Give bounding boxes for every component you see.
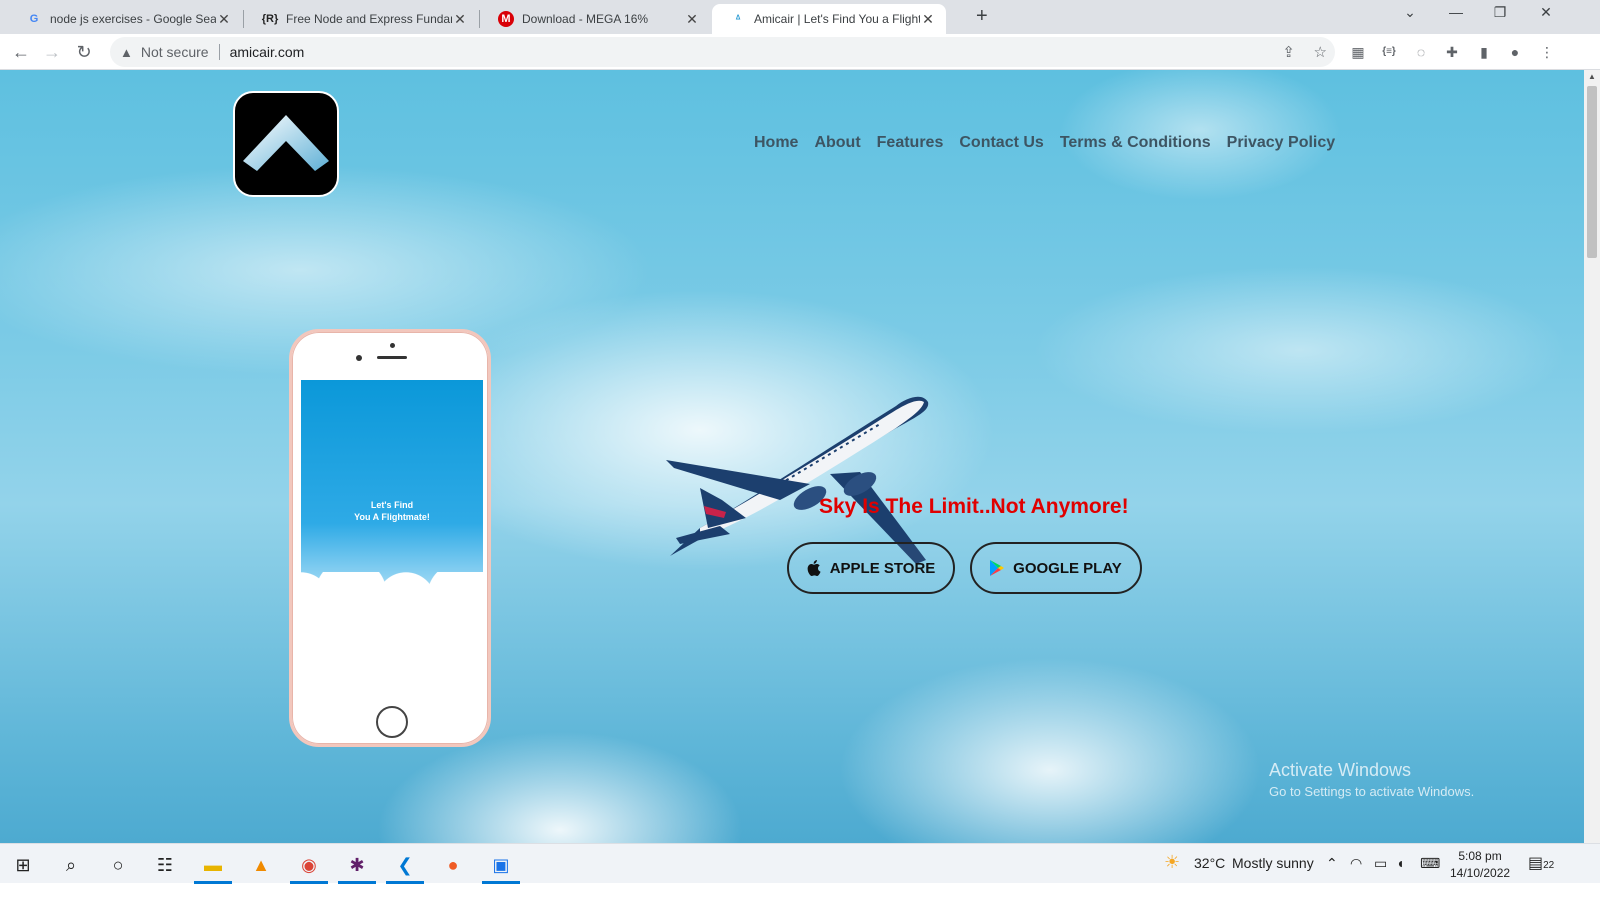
activate-windows-watermark: Activate Windows Go to Settings to activ… <box>1269 760 1475 799</box>
apple-store-button[interactable]: APPLE STORE <box>787 542 955 594</box>
main-nav: Home About Features Contact Us Terms & C… <box>754 134 1335 152</box>
warning-icon: ▲ <box>120 44 133 60</box>
windows-taskbar: ⊞ ⌕ ○ ☷ ▬ ▲ ◉ ✱ ❮ ● ▣ ☀ 32°C Mostly sunn… <box>0 843 1600 884</box>
close-tab-icon[interactable]: ✕ <box>920 11 936 28</box>
phone-mockup: Let's Find You A Flightmate! <box>289 329 491 747</box>
mega-icon: M <box>498 11 514 27</box>
close-tab-icon[interactable]: ✕ <box>684 11 700 28</box>
share-icon[interactable]: ⇪ <box>1282 43 1295 61</box>
windows-start-icon[interactable]: ⊞ <box>8 850 38 880</box>
nav-about[interactable]: About <box>814 134 860 152</box>
tagline-text: Sky Is The Limit..Not Anymore! <box>819 495 1129 518</box>
amicair-logo[interactable] <box>233 91 339 197</box>
r-icon: {R} <box>261 13 279 25</box>
phone-screen: Let's Find You A Flightmate! <box>301 380 483 698</box>
nav-home[interactable]: Home <box>754 134 798 152</box>
extensions-puzzle-icon[interactable]: ✚ <box>1440 40 1464 64</box>
browser-toolbar: ← → ↻ ▲ Not secure amicair.com ⇪ ☆ ▦ {≡}… <box>0 34 1600 70</box>
google-play-icon <box>990 560 1005 576</box>
search-icon[interactable]: ⌕ <box>56 850 86 880</box>
weather-icon[interactable]: ☀ <box>1164 852 1180 873</box>
airplane-image <box>666 396 929 564</box>
profile-avatar-icon[interactable]: ● <box>1503 40 1527 64</box>
tab-search-icon[interactable]: ⌄ <box>1396 4 1424 21</box>
security-label: Not secure <box>140 44 209 60</box>
task-view-icon[interactable]: ☷ <box>150 850 180 880</box>
chrome-icon[interactable]: ◉ <box>290 850 328 884</box>
forward-icon[interactable]: → <box>40 40 64 64</box>
close-tab-icon[interactable]: ✕ <box>452 11 468 28</box>
phone-home-button <box>376 706 408 738</box>
minimize-icon[interactable]: — <box>1442 4 1470 20</box>
side-panel-icon[interactable]: ▮ <box>1472 40 1496 64</box>
nav-features[interactable]: Features <box>877 134 944 152</box>
close-tab-icon[interactable]: ✕ <box>216 11 232 28</box>
weather-condition[interactable]: Mostly sunny <box>1232 855 1314 871</box>
vscode-icon[interactable]: ❮ <box>386 850 424 884</box>
nav-contact-us[interactable]: Contact Us <box>959 134 1043 152</box>
page-scrollbar[interactable]: ▲ ▼ <box>1584 70 1600 860</box>
web-page: Home About Features Contact Us Terms & C… <box>0 70 1584 860</box>
new-tab-button[interactable]: + <box>976 5 988 28</box>
battery-icon[interactable]: ▭ <box>1374 855 1387 872</box>
phone-screen-text: Let's Find You A Flightmate! <box>354 500 430 522</box>
postman-icon[interactable]: ● <box>438 850 468 880</box>
system-clock[interactable]: 5:08 pm 14/10/2022 <box>1450 848 1510 882</box>
notification-icon[interactable]: ▤22 <box>1528 853 1554 873</box>
menu-kebab-icon[interactable]: ⋮ <box>1535 40 1559 64</box>
vlc-icon[interactable]: ▲ <box>246 850 276 880</box>
extension-circle-icon[interactable]: ◌ <box>1409 40 1433 64</box>
apple-icon <box>807 560 821 576</box>
amicair-icon: ᐞ <box>735 13 741 26</box>
bookmark-star-icon[interactable]: ☆ <box>1314 43 1327 61</box>
tab-amicair[interactable]: ᐞ Amicair | Let's Find You a Flightmate … <box>712 4 946 34</box>
reload-icon[interactable]: ↻ <box>72 40 96 64</box>
keyboard-icon[interactable]: ⌨ <box>1420 855 1440 872</box>
close-window-icon[interactable]: ✕ <box>1532 4 1560 21</box>
nav-privacy[interactable]: Privacy Policy <box>1227 134 1336 152</box>
volume-icon[interactable]: ◖ <box>1396 855 1404 871</box>
google-play-button[interactable]: GOOGLE PLAY <box>970 542 1142 594</box>
scroll-thumb[interactable] <box>1587 86 1597 258</box>
extension-code-icon[interactable]: {≡} <box>1377 40 1401 64</box>
file-explorer-icon[interactable]: ▬ <box>194 850 232 884</box>
url-text: amicair.com <box>229 44 305 60</box>
tab-google-search[interactable]: G node js exercises - Google Search ✕ <box>8 4 242 34</box>
address-bar[interactable]: ▲ Not secure amicair.com ⇪ ☆ <box>110 37 1335 67</box>
nav-terms[interactable]: Terms & Conditions <box>1060 134 1211 152</box>
cortana-icon[interactable]: ○ <box>103 850 133 880</box>
wifi-icon[interactable]: ◠ <box>1350 855 1362 872</box>
scroll-up-icon[interactable]: ▲ <box>1584 72 1600 81</box>
extension-grid-icon[interactable]: ▦ <box>1346 40 1370 64</box>
chevron-up-icon <box>243 115 329 171</box>
tab-mega-download[interactable]: M Download - MEGA 16% ✕ <box>480 4 710 34</box>
tab-node-express[interactable]: {R} Free Node and Express Fundamentals ✕ <box>244 4 478 34</box>
photos-icon[interactable]: ▣ <box>482 850 520 884</box>
back-icon[interactable]: ← <box>9 40 33 64</box>
slack-icon[interactable]: ✱ <box>338 850 376 884</box>
google-icon: G <box>29 13 39 25</box>
browser-tab-strip: G node js exercises - Google Search ✕ {R… <box>0 0 1600 34</box>
weather-temp[interactable]: 32°C <box>1194 855 1225 871</box>
chevron-up-icon[interactable]: ⌃ <box>1326 855 1338 872</box>
restore-icon[interactable]: ❐ <box>1486 4 1514 21</box>
